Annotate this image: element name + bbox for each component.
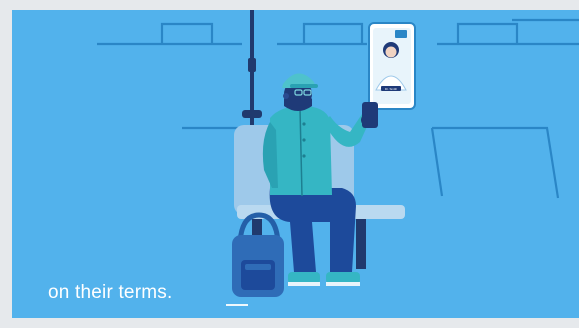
camera-icon (395, 30, 407, 38)
video-call-window: Dr. Smith (368, 22, 416, 110)
strap-handle (242, 110, 262, 118)
illustration-scene: Dr. Smith on their terms. (12, 10, 579, 318)
caption-text: on their terms. (48, 282, 173, 303)
video-frame: Dr. Smith on their terms. (0, 0, 579, 328)
caption-underline (226, 304, 248, 306)
pole-grip (248, 58, 256, 72)
bus-illustration: Dr. Smith (12, 10, 579, 318)
badge-text: Dr. Smith (385, 87, 398, 91)
